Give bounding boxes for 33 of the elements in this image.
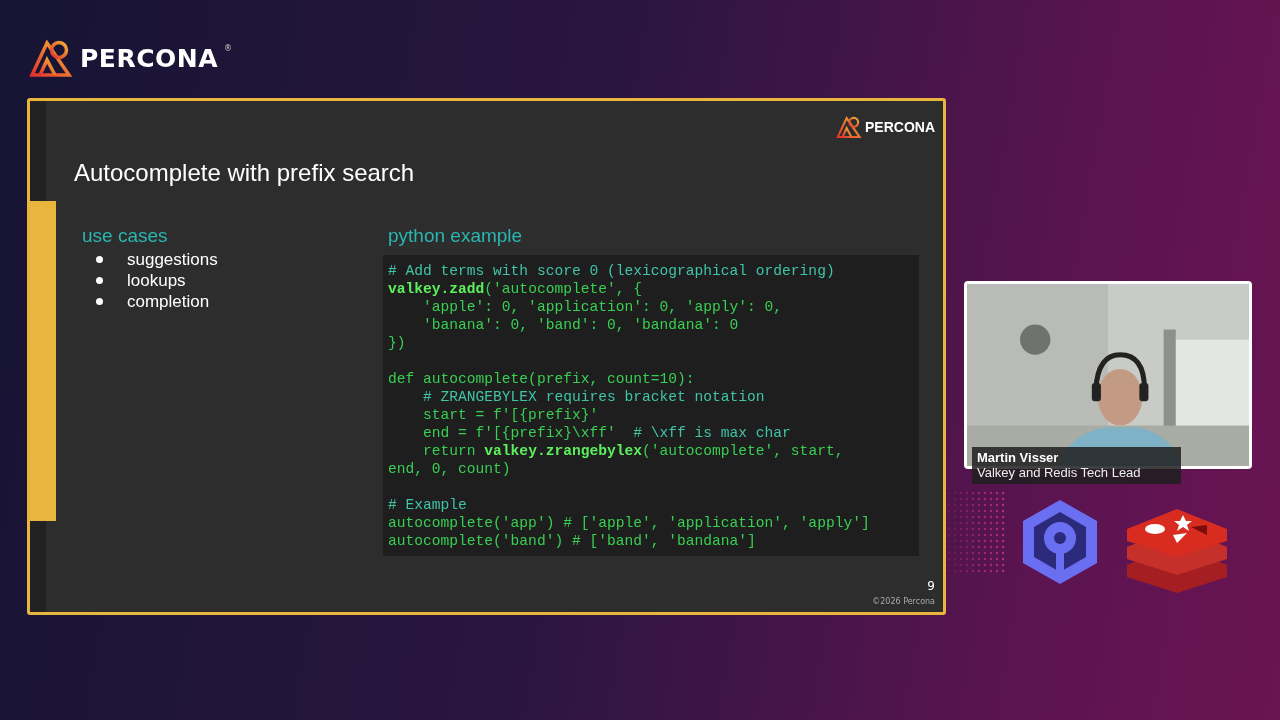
code-line: autocomplete('app') # ['apple', 'application', 'apply'] [388,514,871,532]
registered-mark: ® [224,44,233,53]
code-line: end, 0, count) [388,460,512,478]
percona-logo-icon [28,38,74,78]
brand-name: PERCONA [80,43,219,73]
bullet-text: completion [127,291,210,312]
code-line: # ZRANGEBYLEX requires bracket notation [422,388,766,406]
speaker-name: Martin Visser [977,450,1060,465]
speaker-role: Valkey and Redis Tech Lead [977,465,1142,480]
copyright: ©2026 Percona [872,597,935,606]
code-line: end = f'[{prefix}\xff' # \xff is max char [422,424,792,442]
code-line: 'apple': 0, 'application': 0, 'apply': 0, [422,298,784,316]
code-line: autocomplete('band') # ['band', 'bandana'] [388,532,757,550]
code-line: valkey.zadd('autocomplete', { [388,280,643,298]
code-line: def autocomplete(prefix, count=10): [388,370,696,388]
code-line: return valkey.zrangebylex('autocomplete', start, [422,442,845,460]
code-line: # Example [388,496,468,514]
slide-logo-text: PERCONA [865,119,935,135]
bullet-dot [96,256,103,263]
bullet-dot [96,298,103,305]
section-heading: use cases [82,225,169,247]
hexagon-keyhole-logo-icon [1020,498,1100,586]
page-number: 9 [927,579,935,593]
section-heading: python example [388,225,524,247]
percona-logo-icon [836,115,862,139]
bullet-text: lookups [127,270,186,291]
code-line: 'banana': 0, 'band': 0, 'bandana': 0 [422,316,740,334]
code-line: start = f'[{prefix}' [422,406,600,424]
slide-title: Autocomplete with prefix search [74,159,416,187]
code-line: # Add terms with score 0 (lexicographical ordering) [388,262,836,280]
bullet-dot [96,277,103,284]
bullet-text: suggestions [127,249,218,270]
code-line: }) [388,334,407,352]
